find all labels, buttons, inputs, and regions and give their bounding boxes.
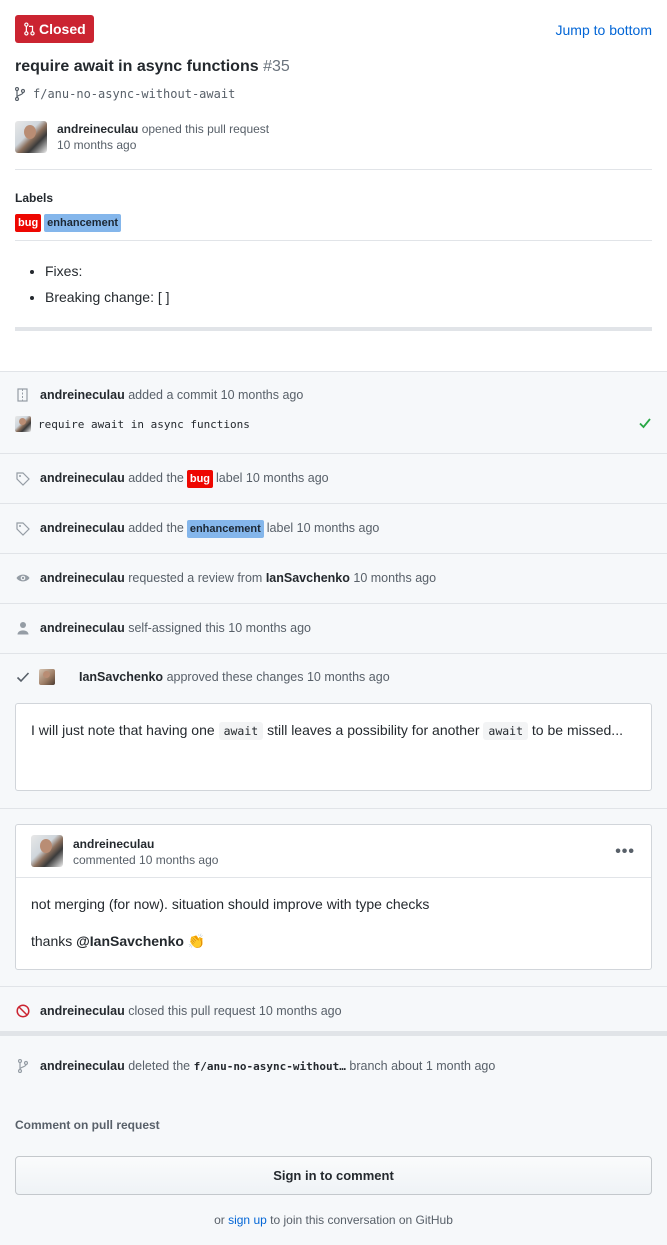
event-user[interactable]: andreineculau — [40, 1004, 125, 1018]
event-text: self-assigned this 10 months ago — [128, 621, 311, 635]
pr-title-text: require await in async functions — [15, 58, 259, 75]
sign-up-prompt: or sign up to join this conversation on … — [0, 1213, 667, 1227]
event-text: added the — [128, 471, 184, 485]
event-user[interactable]: andreineculau — [40, 471, 125, 485]
sign-in-button[interactable]: Sign in to comment — [15, 1156, 652, 1195]
timeline-closed: andreineculau closed this pull request 1… — [0, 986, 667, 1036]
pr-body: Fixes: Breaking change: [ ] — [45, 258, 170, 310]
event-text: approved these changes 10 months ago — [166, 670, 390, 684]
check-icon — [639, 418, 651, 429]
sign-up-link[interactable]: sign up — [228, 1213, 267, 1227]
review-text: to be — [531, 722, 564, 738]
labels-heading: Labels — [15, 191, 54, 205]
comment-author[interactable]: andreineculau — [73, 837, 154, 851]
timeline-review-approved: IanSavchenko approved these changes 10 m… — [0, 653, 667, 808]
inline-code: await — [483, 722, 529, 740]
event-text: closed this pull request 10 months ago — [128, 1004, 342, 1018]
comment-text: not merging (for now). situation should … — [31, 896, 430, 912]
comment-header: andreineculau commented 10 months ago ••… — [16, 825, 651, 878]
pr-number: #35 — [263, 58, 290, 75]
comment-heading: Comment on pull request — [15, 1118, 160, 1132]
comment-time[interactable]: commented 10 months ago — [73, 853, 218, 867]
event-text: label 10 months ago — [266, 521, 380, 535]
event-user[interactable]: andreineculau — [40, 571, 125, 585]
review-text: I will just note that having one — [31, 722, 215, 738]
pr-header: Closed Jump to bottom require await in a… — [0, 0, 667, 372]
tag-icon — [15, 471, 31, 487]
timeline: andreineculau added a commit 10 months a… — [0, 371, 667, 1245]
event-user[interactable]: andreineculau — [40, 521, 125, 535]
avatar[interactable] — [15, 416, 31, 432]
git-branch-icon — [15, 87, 25, 101]
person-icon — [15, 620, 31, 636]
event-text: requested a review from — [128, 571, 263, 585]
reviewer-name[interactable]: IanSavchenko — [266, 571, 350, 585]
state-badge-label: Closed — [39, 21, 86, 37]
event-user[interactable]: andreineculau — [40, 388, 125, 402]
list-item: Fixes: — [45, 258, 170, 284]
opened-time: 10 months ago — [57, 138, 137, 152]
tag-icon — [15, 521, 31, 537]
opened-text: opened this pull request — [141, 122, 270, 136]
commit-icon — [15, 387, 31, 403]
pr-author: andreineculau opened this pull request 1… — [15, 121, 269, 153]
user-mention[interactable]: @IanSavchenko — [76, 933, 184, 949]
branch-name[interactable]: f/anu-no-async-without-await — [33, 87, 235, 101]
comment-box: andreineculau commented 10 months ago ••… — [15, 824, 652, 970]
label-enhancement[interactable]: enhancement — [186, 520, 264, 538]
event-text: label 10 months ago — [216, 471, 329, 485]
comment-body: not merging (for now). situation should … — [16, 878, 651, 967]
eye-icon — [15, 570, 31, 586]
event-text: branch about 1 month ago — [349, 1059, 496, 1073]
avatar[interactable] — [31, 835, 63, 867]
branch-info: f/anu-no-async-without-await — [15, 87, 235, 101]
list-item: Breaking change: [ ] — [45, 284, 170, 310]
timeline-label-enhancement: andreineculau added the enhancement label … — [0, 503, 667, 553]
clap-emoji-icon: 👏 — [187, 933, 206, 949]
event-text: deleted the — [128, 1059, 191, 1073]
git-branch-icon — [15, 1058, 31, 1074]
commit-message[interactable]: require await in async functions — [38, 418, 250, 431]
prompt-text: or — [214, 1213, 225, 1227]
page-title: require await in async functions #35 — [15, 58, 290, 76]
divider — [15, 169, 652, 170]
event-text: 10 months ago — [353, 571, 437, 585]
pull-request-icon — [24, 22, 35, 36]
avatar[interactable] — [39, 669, 55, 685]
event-text: added a commit 10 months ago — [128, 388, 304, 402]
timeline-review-requested: andreineculau requested a review from Ia… — [0, 553, 667, 603]
more-options-icon[interactable]: ••• — [615, 843, 635, 861]
author-name[interactable]: andreineculau — [57, 122, 138, 136]
label-bug[interactable]: bug — [186, 470, 214, 488]
timeline-commit: andreineculau added a commit 10 months a… — [0, 371, 667, 453]
event-user[interactable]: andreineculau — [40, 621, 125, 635]
review-text: still leaves a possibility for another — [267, 722, 480, 738]
state-badge-closed: Closed — [15, 15, 94, 43]
inline-code: await — [218, 722, 264, 740]
jump-to-bottom-link[interactable]: Jump to bottom — [556, 22, 653, 38]
divider — [15, 240, 652, 241]
event-user[interactable]: IanSavchenko — [79, 670, 163, 684]
deleted-branch-name: f/anu-no-async-without… — [193, 1060, 346, 1073]
timeline-branch-deleted: andreineculau deleted the f/anu-no-async… — [0, 1041, 667, 1093]
timeline-assigned: andreineculau self-assigned this 10 mont… — [0, 603, 667, 653]
review-text: missed... — [566, 722, 623, 738]
label-bug[interactable]: bug — [15, 214, 42, 232]
timeline-comment: andreineculau commented 10 months ago ••… — [0, 808, 667, 986]
review-comment: I will just note that having one await s… — [15, 703, 652, 791]
comment-text: thanks — [31, 933, 73, 949]
event-user[interactable]: andreineculau — [40, 1059, 125, 1073]
divider — [15, 327, 652, 331]
avatar[interactable] — [15, 121, 47, 153]
timeline-label-bug: andreineculau added the bug label 10 month… — [0, 453, 667, 503]
event-text: added the — [128, 521, 184, 535]
labels-list: bug enhancement — [15, 214, 122, 232]
label-enhancement[interactable]: enhancement — [44, 214, 122, 232]
check-icon — [15, 669, 31, 685]
prompt-text: to join this conversation on GitHub — [270, 1213, 453, 1227]
circle-slash-icon — [15, 1003, 31, 1019]
